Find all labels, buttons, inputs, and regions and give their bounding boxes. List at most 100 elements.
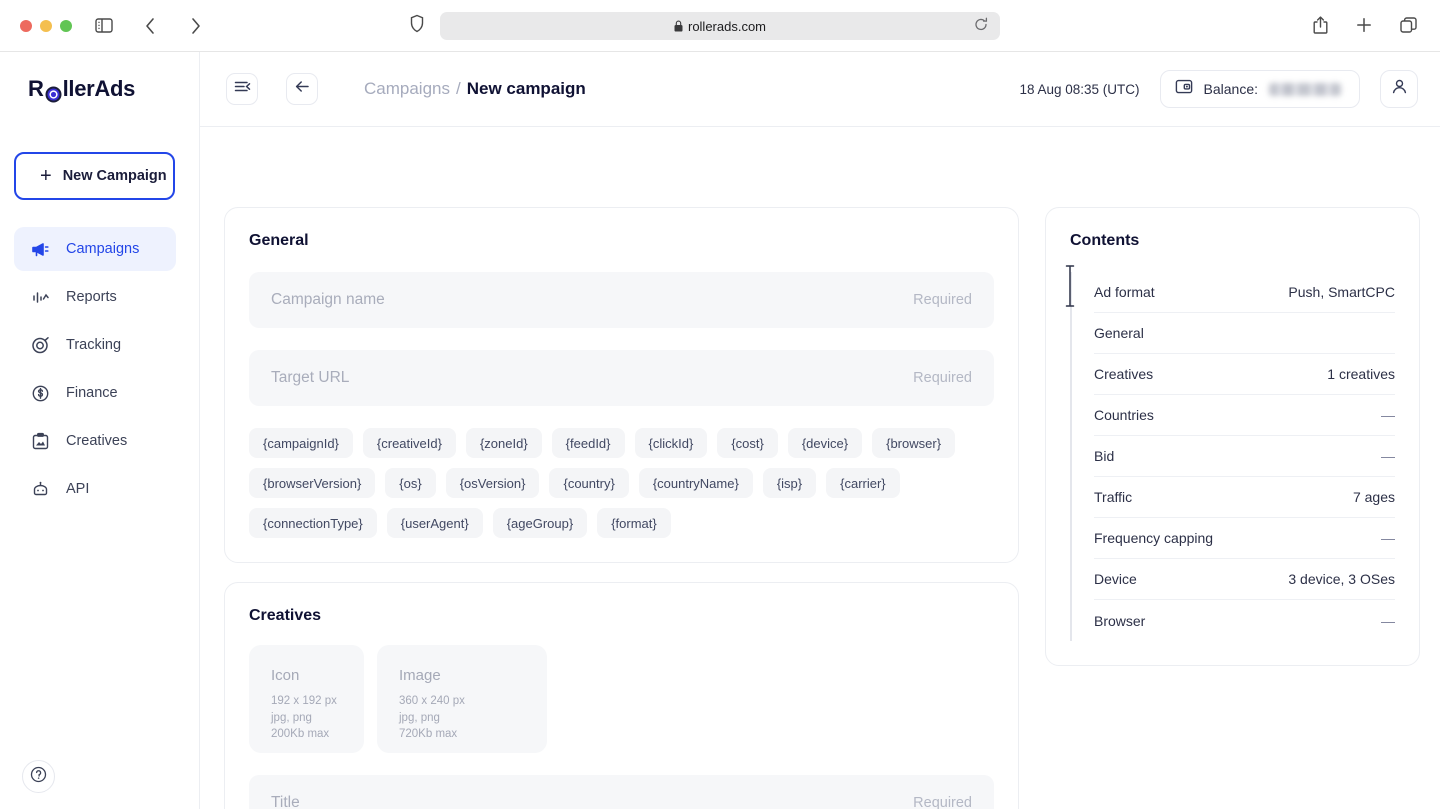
creative-upload-row: Icon 192 x 192 px jpg, png 200Kb max Ima… (249, 645, 994, 753)
header-actions: 18 Aug 08:35 (UTC) Balance: (1019, 70, 1418, 108)
macro-chip[interactable]: {format} (597, 508, 671, 538)
sidebar-item-campaigns[interactable]: Campaigns (14, 227, 176, 271)
macro-chip-list: {campaignId} {creativeId} {zoneId} {feed… (249, 428, 994, 538)
dollar-circle-icon (30, 384, 50, 403)
macro-chip[interactable]: {browserVersion} (249, 468, 375, 498)
image-upload-dropzone[interactable]: Image 360 x 240 px jpg, png 720Kb max (377, 645, 547, 753)
creatives-card-title: Creatives (249, 607, 994, 625)
image-board-icon (30, 432, 50, 451)
macro-chip[interactable]: {isp} (763, 468, 816, 498)
sidebar-item-finance[interactable]: Finance (14, 371, 176, 415)
page-header: Campaigns / New campaign 18 Aug 08:35 (U… (200, 52, 1440, 127)
chart-bars-icon (30, 288, 50, 307)
macro-chip[interactable]: {osVersion} (446, 468, 540, 498)
close-window-button[interactable] (20, 20, 32, 32)
macro-chip[interactable]: {userAgent} (387, 508, 483, 538)
macro-chip[interactable]: {countryName} (639, 468, 753, 498)
sidebar-item-creatives[interactable]: Creatives (14, 419, 176, 463)
macro-chip[interactable]: {browser} (872, 428, 955, 458)
help-button[interactable] (22, 760, 55, 793)
collapse-sidebar-button[interactable] (226, 73, 258, 105)
creatives-card: Creatives Icon 192 x 192 px jpg, png 200… (224, 582, 1019, 809)
browser-back-icon[interactable] (136, 12, 164, 40)
collapse-menu-icon (234, 79, 251, 99)
image-upload-max: 720Kb max (399, 726, 525, 743)
target-url-input[interactable]: Target URL Required (249, 350, 994, 406)
privacy-shield-icon[interactable] (410, 14, 424, 37)
contents-row-traffic[interactable]: Traffic 7 ages (1094, 477, 1395, 518)
new-tab-icon[interactable] (1350, 11, 1378, 39)
icon-upload-max: 200Kb max (271, 726, 342, 743)
campaign-name-input[interactable]: Campaign name Required (249, 272, 994, 328)
address-bar[interactable]: rollerads.com (440, 12, 1000, 40)
contents-row-frequency-capping[interactable]: Frequency capping — (1094, 518, 1395, 559)
contents-row-label: General (1094, 325, 1144, 341)
sidebar-item-reports[interactable]: Reports (14, 275, 176, 319)
sidebar-item-label: Reports (66, 289, 117, 305)
sidebar-item-label: Tracking (66, 337, 121, 353)
contents-row-creatives[interactable]: Creatives 1 creatives (1094, 354, 1395, 395)
sidebar-item-tracking[interactable]: Tracking (14, 323, 176, 367)
user-icon (1391, 78, 1408, 100)
macro-chip[interactable]: {os} (385, 468, 435, 498)
contents-row-label: Ad format (1094, 284, 1155, 300)
account-button[interactable] (1380, 70, 1418, 108)
icon-upload-formats: jpg, png (271, 710, 342, 727)
question-circle-icon (30, 766, 47, 788)
campaign-name-placeholder: Campaign name (271, 291, 385, 309)
contents-progress-rail (1070, 272, 1072, 641)
contents-row-label: Creatives (1094, 366, 1153, 382)
browser-forward-icon[interactable] (182, 12, 210, 40)
macro-chip[interactable]: {carrier} (826, 468, 900, 498)
contents-row-bid[interactable]: Bid — (1094, 436, 1395, 477)
breadcrumb-separator: / (456, 79, 461, 99)
contents-row-ad-format[interactable]: Ad format Push, SmartCPC (1094, 272, 1395, 313)
new-campaign-label: New Campaign (63, 168, 167, 184)
contents-row-value: 7 ages (1353, 489, 1395, 505)
window-traffic-lights[interactable] (20, 20, 72, 32)
macro-chip[interactable]: {connectionType} (249, 508, 377, 538)
macro-chip[interactable]: {cost} (717, 428, 778, 458)
macro-chip[interactable]: {zoneId} (466, 428, 542, 458)
macro-chip[interactable]: {clickId} (635, 428, 708, 458)
macro-chip[interactable]: {country} (549, 468, 628, 498)
sidebar-item-label: Creatives (66, 433, 127, 449)
megaphone-icon (30, 240, 50, 259)
contents-row-value: 1 creatives (1327, 366, 1395, 382)
icon-upload-dropzone[interactable]: Icon 192 x 192 px jpg, png 200Kb max (249, 645, 364, 753)
sidebar-toggle-icon[interactable] (90, 12, 118, 40)
icon-upload-label: Icon (271, 667, 342, 684)
balance-label: Balance: (1204, 81, 1258, 97)
contents-row-label: Bid (1094, 448, 1114, 464)
contents-card: Contents Ad format Push, SmartCPC Genera… (1045, 207, 1420, 666)
contents-row-label: Countries (1094, 407, 1154, 423)
reload-icon[interactable] (974, 18, 988, 35)
sidebar-item-api[interactable]: API (14, 467, 176, 511)
brand-logo[interactable]: R llerAds (28, 76, 199, 102)
share-icon[interactable] (1306, 11, 1334, 39)
contents-row-label: Browser (1094, 613, 1145, 629)
macro-chip[interactable]: {feedId} (552, 428, 625, 458)
breadcrumb-parent[interactable]: Campaigns (364, 79, 450, 99)
balance-button[interactable]: Balance: (1160, 70, 1360, 108)
contents-row-device[interactable]: Device 3 device, 3 OSes (1094, 559, 1395, 600)
contents-row-value: Push, SmartCPC (1288, 284, 1395, 300)
page-back-button[interactable] (286, 73, 318, 105)
creative-title-input[interactable]: Title Required (249, 775, 994, 809)
macro-chip[interactable]: {device} (788, 428, 862, 458)
contents-row-general[interactable]: General (1094, 313, 1395, 354)
contents-row-browser[interactable]: Browser — (1094, 600, 1395, 641)
contents-row-countries[interactable]: Countries — (1094, 395, 1395, 436)
sidebar-item-label: Campaigns (66, 241, 139, 257)
sidebar-item-label: Finance (66, 385, 118, 401)
contents-list: Ad format Push, SmartCPC General Creativ… (1070, 272, 1395, 641)
new-campaign-button[interactable]: + New Campaign (14, 152, 175, 200)
browser-chrome: rollerads.com (0, 0, 1440, 52)
macro-chip[interactable]: {creativeId} (363, 428, 456, 458)
macro-chip[interactable]: {campaignId} (249, 428, 353, 458)
macro-chip[interactable]: {ageGroup} (493, 508, 588, 538)
target-circle-icon (30, 336, 50, 355)
maximize-window-button[interactable] (60, 20, 72, 32)
tabs-overview-icon[interactable] (1394, 11, 1422, 39)
minimize-window-button[interactable] (40, 20, 52, 32)
